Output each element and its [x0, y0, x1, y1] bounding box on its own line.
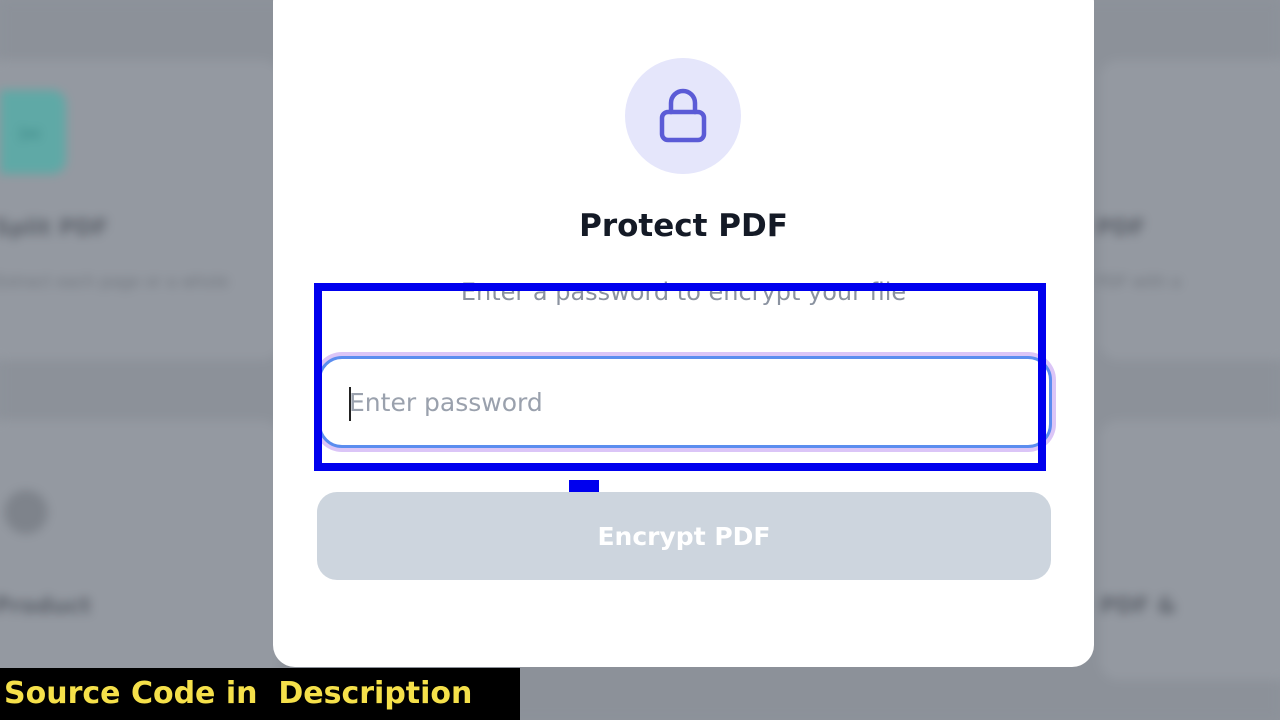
bg-card-desc-right: PDF with a: [1096, 272, 1182, 291]
text-caret: [349, 387, 351, 421]
modal-subtitle: Enter a password to encrypt your file: [460, 278, 907, 306]
lock-icon: [659, 88, 707, 143]
bg-card-title: Split PDF: [0, 216, 109, 241]
password-field[interactable]: [318, 356, 1052, 448]
bg-card-right-2: [1100, 420, 1280, 680]
bg-tool-icon: [4, 490, 48, 534]
password-input[interactable]: [321, 359, 1049, 445]
bg-card-title-2: Product: [0, 594, 92, 619]
modal-title: Protect PDF: [579, 208, 788, 244]
bg-card-desc: Extract each page or a whole: [0, 272, 229, 291]
bg-card-left-2: [0, 420, 280, 680]
bg-card-title-right-2: PDF &: [1100, 594, 1177, 619]
scissors-icon: ✂: [18, 118, 44, 153]
bg-card-title-right: PDF: [1096, 216, 1146, 241]
encrypt-pdf-button[interactable]: Encrypt PDF: [317, 492, 1051, 580]
bg-card-right: [1100, 60, 1280, 360]
lock-badge: [625, 58, 741, 174]
bg-tool-tile: ✂: [0, 90, 66, 174]
caption-banner: Source Code in Description: [0, 668, 520, 720]
